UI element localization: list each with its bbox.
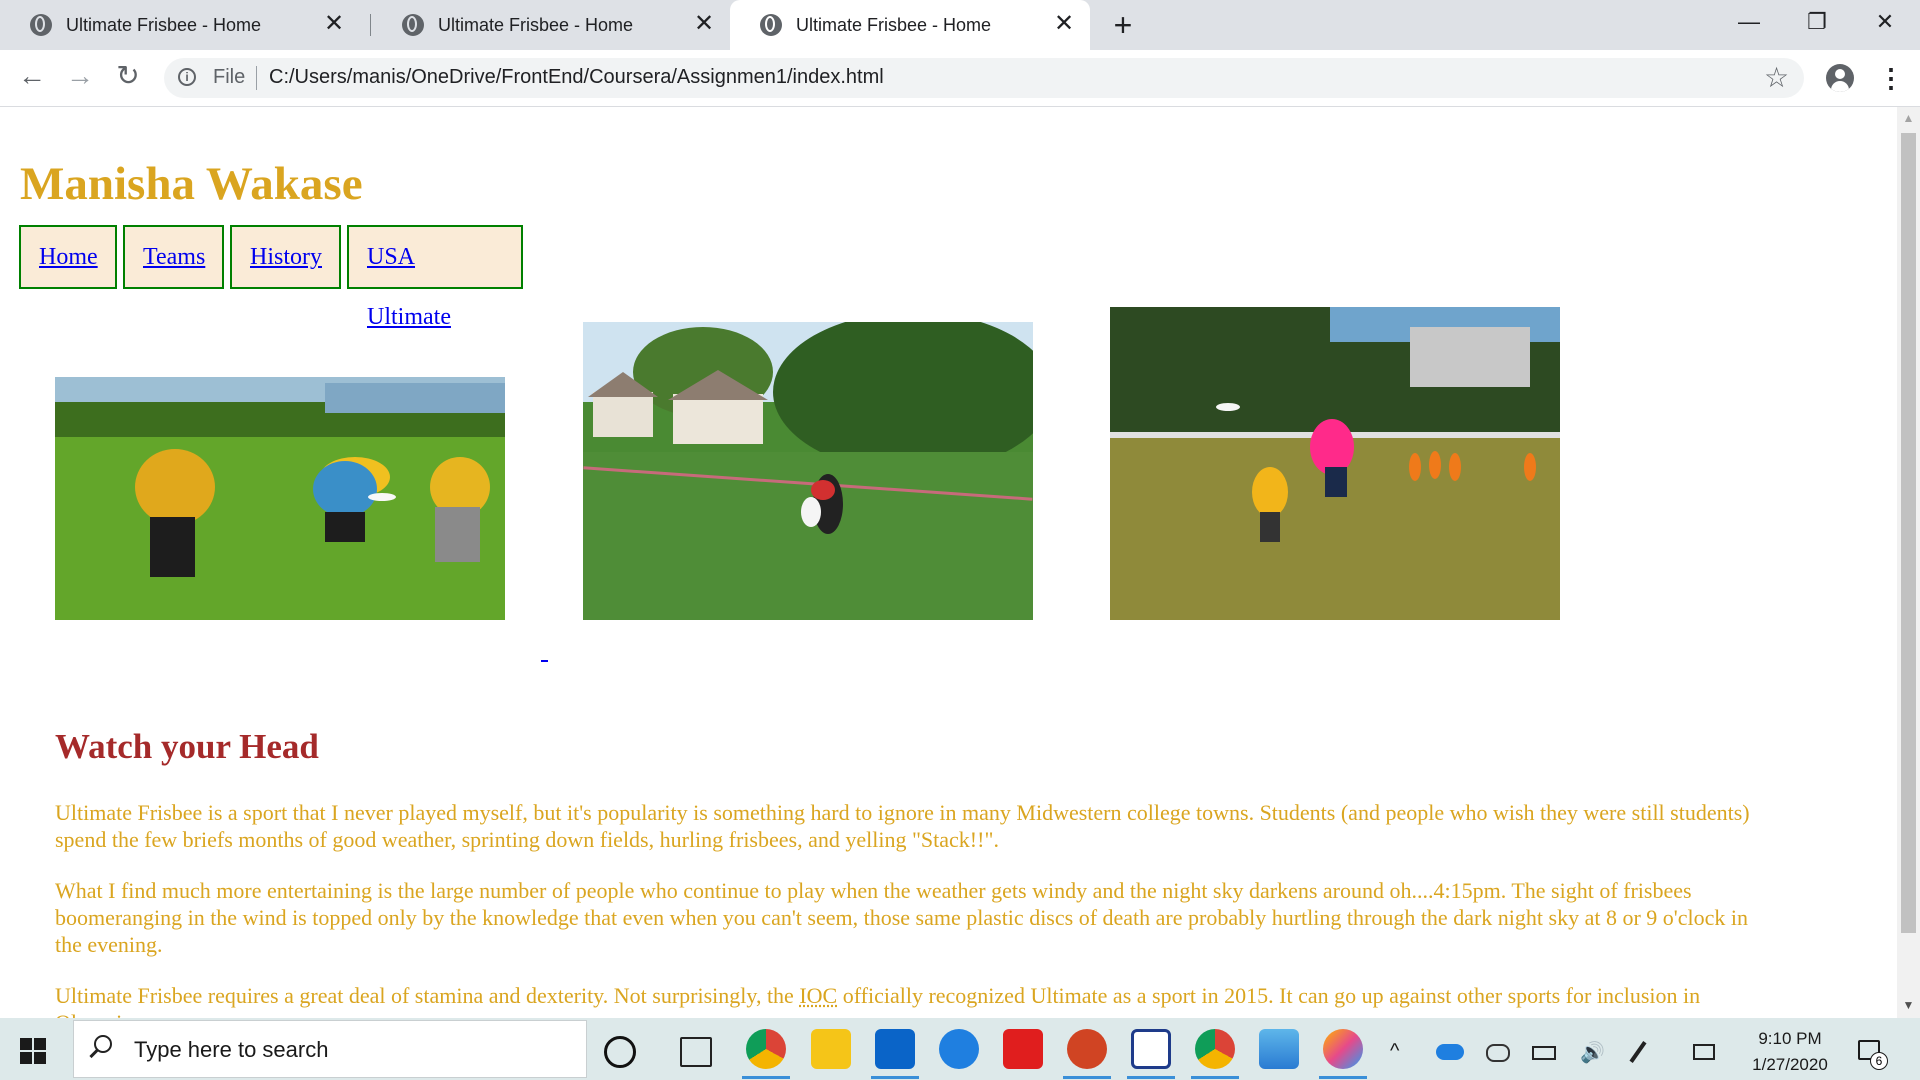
keyboard-icon[interactable] [1693,1044,1715,1060]
close-tab-icon[interactable]: ✕ [322,12,346,36]
back-button[interactable]: ← [14,58,50,94]
section-title: Watch your Head [55,727,319,766]
restore-button[interactable]: ❐ [1782,0,1852,44]
nav-home: Home [19,225,117,289]
site-title: Manisha Wakase [20,158,363,210]
tab-divider [370,14,371,36]
frisbee-photo-3 [1110,307,1560,620]
cortana-icon[interactable] [604,1036,636,1068]
nav-history: History [230,225,341,289]
paragraph-3-start: Ultimate Frisbee requires a great deal o… [55,983,800,1008]
search-placeholder: Type here to search [134,1037,329,1062]
frisbee-photo-1 [55,377,505,620]
chrome-icon[interactable] [746,1029,786,1069]
battery-icon[interactable] [1532,1046,1556,1060]
paragraph-2: What I find much more entertaining is th… [55,878,1748,957]
file-explorer-icon[interactable] [811,1029,851,1069]
powerpoint-running-indicator [1063,1076,1111,1079]
menu-icon[interactable]: ⋮ [1878,62,1904,94]
new-tab-button[interactable]: + [1108,9,1138,41]
brackets-running-indicator [1127,1076,1175,1079]
clock-date: 1/27/2020 [1752,1055,1828,1074]
frisbee-photo-2 [583,322,1033,620]
info-icon[interactable]: i [178,68,196,86]
tray-chevron-icon[interactable]: ^ [1390,1040,1399,1063]
paragraph-3: Ultimate Frisbee requires a great deal o… [55,982,1775,1018]
window-close-button[interactable]: ✕ [1850,0,1920,44]
empty-link[interactable] [541,660,548,662]
scroll-thumb[interactable] [1901,133,1916,933]
onedrive-tray-icon[interactable] [1436,1044,1464,1060]
globe-icon [402,14,424,36]
ioc-abbr[interactable]: IOC [799,983,837,1008]
globe-icon [760,14,782,36]
tab-title: Ultimate Frisbee - Home [438,14,634,35]
nav-link-usa-ultimate[interactable]: USA Ultimate [367,244,451,330]
outlook-running-indicator [871,1076,919,1079]
page-viewport: Manisha Wakase Home Teams History USA Ul… [0,107,1897,1018]
search-icon [94,1035,112,1053]
taskbar-search-box[interactable]: Type here to search [73,1020,587,1078]
windows-start-icon[interactable] [20,1038,46,1064]
scroll-down-arrow[interactable]: ▼ [1897,998,1920,1014]
paint-running-indicator [1319,1076,1367,1079]
chrome-2-running-indicator [1191,1076,1239,1079]
browser-tab-1[interactable]: Ultimate Frisbee - Home ✕ [0,0,360,50]
nav-usa-ultimate: USA Ultimate [347,225,523,330]
network-error-icon[interactable] [1486,1044,1510,1062]
acrobat-icon[interactable] [1003,1029,1043,1069]
forward-button[interactable]: → [62,58,98,94]
url-text[interactable]: C:/Users/manis/OneDrive/FrontEnd/Courser… [269,66,884,89]
tab-title: Ultimate Frisbee - Home [796,14,992,35]
brackets-icon[interactable] [1131,1029,1171,1069]
edge-icon[interactable] [939,1029,979,1069]
outlook-icon[interactable] [875,1029,915,1069]
tab-strip: Ultimate Frisbee - Home ✕ Ultimate Frisb… [0,0,1920,50]
globe-icon [30,14,52,36]
paint-3d-icon[interactable] [1323,1029,1363,1069]
task-view-icon[interactable] [680,1037,712,1067]
close-tab-icon[interactable]: ✕ [1052,12,1076,36]
nav-link-teams[interactable]: Teams [143,244,205,270]
reload-button[interactable]: ↻ [110,58,146,94]
notification-count-badge: 6 [1870,1052,1888,1070]
scroll-up-arrow[interactable]: ▲ [1897,111,1920,127]
browser-tab-3-active[interactable]: Ultimate Frisbee - Home ✕ [730,0,1090,50]
bookmark-star-icon[interactable]: ☆ [1764,62,1789,94]
browser-tab-2[interactable]: Ultimate Frisbee - Home ✕ [372,0,730,50]
nav-link-home[interactable]: Home [39,244,98,270]
taskbar-clock[interactable]: 9:10 PM 1/27/2020 [1740,1026,1840,1078]
minimize-button[interactable]: — [1714,0,1784,44]
powerpoint-icon[interactable] [1067,1029,1107,1069]
page-scrollbar[interactable]: ▲ ▼ [1897,107,1920,1018]
tab-title: Ultimate Frisbee - Home [66,14,262,35]
volume-icon[interactable]: 🔊 [1580,1040,1605,1065]
clock-time: 9:10 PM [1758,1029,1822,1048]
nav-link-history[interactable]: History [250,244,322,270]
paragraph-1: Ultimate Frisbee is a sport that I never… [55,800,1750,852]
account-icon[interactable] [1826,64,1854,92]
chrome-icon-2[interactable] [1195,1029,1235,1069]
nav-teams: Teams [123,225,224,289]
file-scheme-label: File [213,66,246,88]
address-divider [256,66,257,90]
chrome-running-indicator [742,1076,790,1079]
onedrive-app-icon[interactable] [1259,1029,1299,1069]
close-tab-icon[interactable]: ✕ [692,12,716,36]
